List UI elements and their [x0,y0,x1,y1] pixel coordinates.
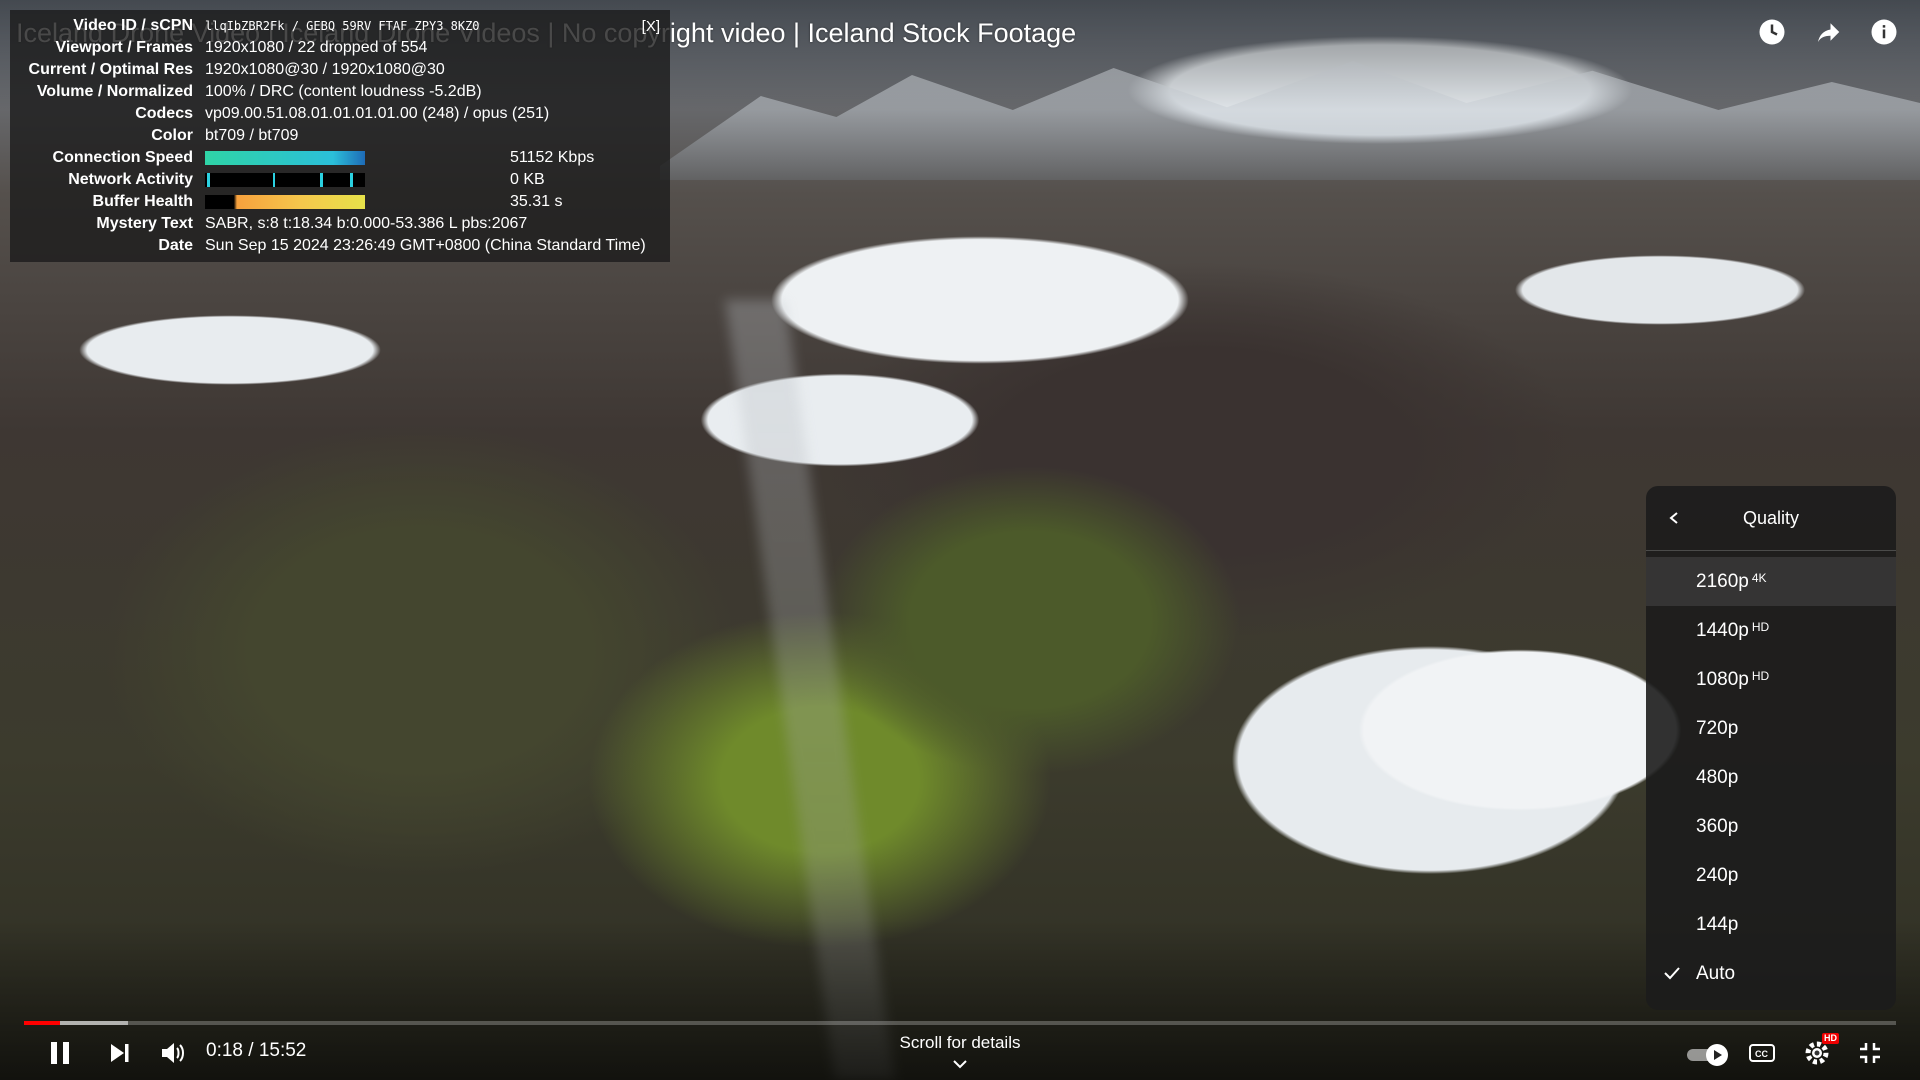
settings-button[interactable]: HD [1800,1032,1839,1072]
stats-label: Codecs [135,105,193,122]
stats-row-buffer-health: Buffer Health 35.31 s [10,191,670,213]
quality-option-label: 144p [1696,913,1739,935]
share-icon[interactable] [1810,14,1846,50]
info-icon[interactable] [1866,14,1902,50]
stats-label: Volume / Normalized [36,83,193,100]
quality-option-label: 2160p [1696,570,1749,592]
stats-label: Current / Optimal Res [28,61,193,78]
stats-for-nerds-panel: [X] Video ID / sCPN llqIbZBR2Fk / GEBQ 5… [10,10,670,262]
quality-option-720p[interactable]: 720p [1646,704,1896,753]
stats-label: Mystery Text [96,215,193,232]
exit-fullscreen-button[interactable] [1854,1040,1886,1070]
progress-played [24,1021,60,1025]
stats-value: bt709 / bt709 [205,127,299,144]
stats-value: 100% / DRC (content loudness -5.2dB) [205,83,482,100]
quality-option-label: Auto [1696,962,1736,984]
quality-option-360p[interactable]: 360p [1646,802,1896,851]
stats-label: Connection Speed [52,149,193,166]
quality-badge: HD [1751,668,1770,683]
network-activity-graph [205,173,365,187]
stats-value: 1920x1080 / 22 dropped of 554 [205,39,428,56]
captions-button[interactable]: CC [1746,1042,1778,1068]
quality-option-144p[interactable]: 144p [1646,900,1896,949]
back-chevron-icon[interactable] [1662,506,1686,530]
chevron-down-icon[interactable] [948,1057,972,1076]
quality-menu-header[interactable]: Quality [1646,486,1896,551]
quality-option-1440p[interactable]: 1440p HD [1646,606,1896,655]
quality-option-240p[interactable]: 240p [1646,851,1896,900]
hd-badge: HD [1822,1032,1839,1044]
top-icons [1754,14,1902,50]
stats-row: Codecs vp09.00.51.08.01.01.01.01.00 (248… [10,103,670,125]
exit-fullscreen-icon [1857,1040,1883,1071]
connection-speed-graph [205,151,365,165]
svg-text:CC: CC [1755,1049,1768,1059]
quality-badge: 4K [1751,570,1767,585]
stats-label: Video ID / sCPN [73,17,193,34]
stats-label: Viewport / Frames [55,39,193,56]
stats-row-network-activity: Network Activity 0 KB [10,169,670,191]
quality-option-label: 360p [1696,815,1739,837]
stats-row: Color bt709 / bt709 [10,125,670,147]
stats-row: Volume / Normalized 100% / DRC (content … [10,81,670,103]
scroll-for-details[interactable]: Scroll for details [0,1033,1920,1053]
quality-option-label: 720p [1696,717,1739,739]
stats-value: 51152 Kbps [510,149,595,166]
quality-option-label: 240p [1696,864,1739,886]
stats-row: Mystery Text SABR, s:8 t:18.34 b:0.000-5… [10,213,670,235]
stats-value: vp09.00.51.08.01.01.01.01.00 (248) / opu… [205,105,550,122]
settings-icon: HD [1803,1032,1839,1072]
stats-value: 0 KB [510,171,545,188]
stats-label: Buffer Health [92,193,193,210]
stats-label: Color [151,127,193,144]
stats-row: Video ID / sCPN llqIbZBR2Fk / GEBQ 59RV … [10,15,670,37]
buffer-health-graph [205,195,365,209]
stats-value: Sun Sep 15 2024 23:26:49 GMT+0800 (China… [205,237,646,254]
stats-value: llqIbZBR2Fk / GEBQ 59RV FTAF ZPY3 8KZ0 [205,19,480,33]
check-icon [1662,963,1682,989]
stats-row-connection-speed: Connection Speed 51152 Kbps [10,147,670,169]
stats-row: Date Sun Sep 15 2024 23:26:49 GMT+0800 (… [10,235,670,257]
stats-label: Date [158,237,193,254]
stats-label: Network Activity [68,171,193,188]
quality-menu: Quality 2160p 4K 1440p HD 1080p HD 720p 480… [1646,486,1896,1010]
stats-value: SABR, s:8 t:18.34 b:0.000-53.386 L pbs:2… [205,215,528,232]
stats-close-button[interactable]: [X] [642,16,660,38]
captions-icon: CC [1748,1042,1776,1069]
quality-option-2160p[interactable]: 2160p 4K [1646,557,1896,606]
autoplay-toggle[interactable] [1684,1042,1734,1068]
progress-bar[interactable] [24,1021,1896,1025]
stats-value: 35.31 s [510,193,563,210]
quality-option-label: 1080p [1696,668,1749,690]
quality-option-auto[interactable]: Auto [1646,949,1896,998]
stats-value: 1920x1080@30 / 1920x1080@30 [205,61,445,78]
watch-later-icon[interactable] [1754,14,1790,50]
stats-row: Viewport / Frames 1920x1080 / 22 dropped… [10,37,670,59]
quality-badge: HD [1751,619,1770,634]
stats-row: Current / Optimal Res 1920x1080@30 / 192… [10,59,670,81]
quality-option-1080p[interactable]: 1080p HD [1646,655,1896,704]
quality-option-480p[interactable]: 480p [1646,753,1896,802]
quality-option-label: 480p [1696,766,1739,788]
quality-option-label: 1440p [1696,619,1749,641]
